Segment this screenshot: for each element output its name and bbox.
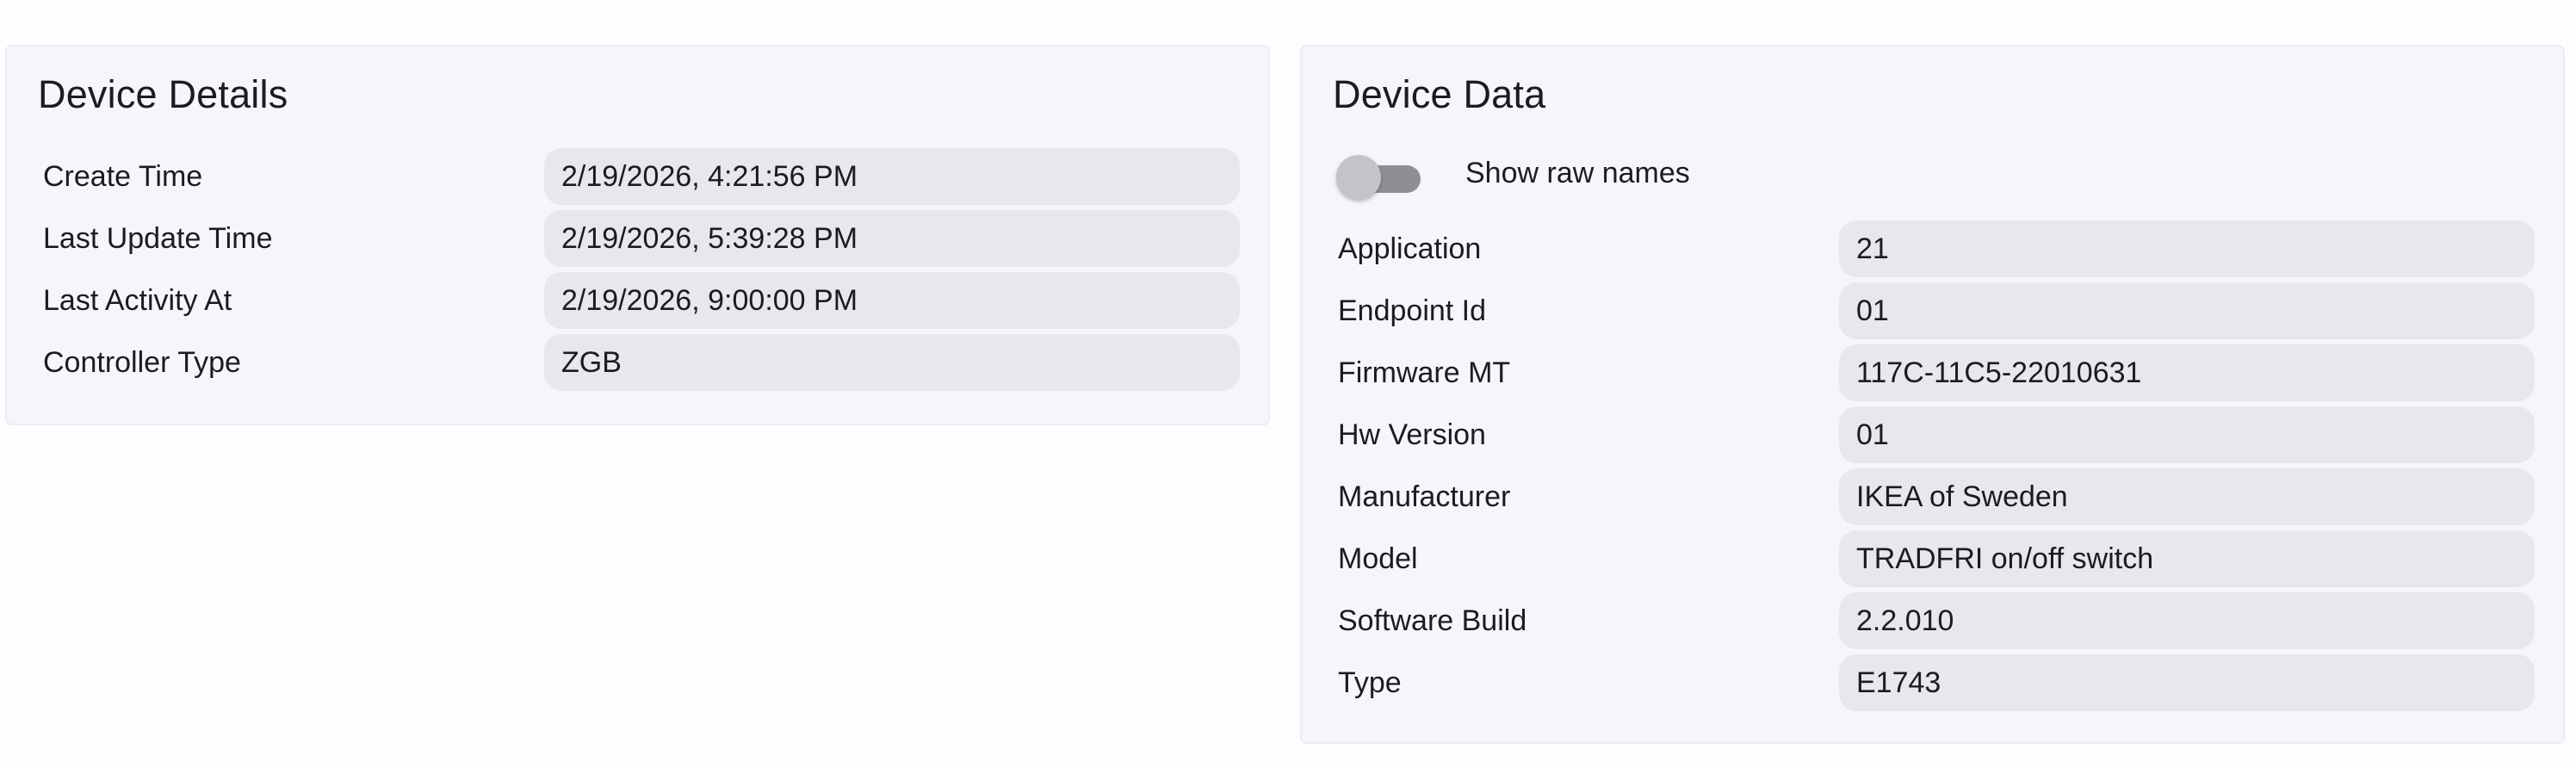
data-row-manufacturer: Manufacturer IKEA of Sweden <box>1338 468 2535 530</box>
data-row-firmware-mt: Firmware MT 117C-11C5-22010631 <box>1338 344 2535 406</box>
detail-label: Last Update Time <box>43 222 273 255</box>
detail-row-last-update-time: Last Update Time 2/19/2026, 5:39:28 PM <box>43 210 1240 272</box>
data-label: Hw Version <box>1338 418 1486 451</box>
show-raw-names-label: Show raw names <box>1465 157 1690 189</box>
detail-label: Create Time <box>43 160 203 193</box>
device-data-title: Device Data <box>1333 72 1546 116</box>
device-data-card: Device Data Show raw names Application 2… <box>1300 45 2565 744</box>
data-label: Application <box>1338 232 1482 265</box>
show-raw-names-toggle[interactable] <box>1336 148 1422 200</box>
detail-row-create-time: Create Time 2/19/2026, 4:21:56 PM <box>43 148 1240 210</box>
data-row-type: Type E1743 <box>1338 654 2535 716</box>
data-value: 01 <box>1839 406 2535 463</box>
data-value: 2.2.010 <box>1839 592 2535 649</box>
data-row-application: Application 21 <box>1338 220 2535 282</box>
data-value: E1743 <box>1839 654 2535 711</box>
data-row-model: Model TRADFRI on/off switch <box>1338 530 2535 592</box>
show-raw-names-row: Show raw names <box>1336 143 1853 203</box>
data-value: TRADFRI on/off switch <box>1839 530 2535 587</box>
data-value: IKEA of Sweden <box>1839 468 2535 525</box>
detail-label: Last Activity At <box>43 284 232 317</box>
device-details-title: Device Details <box>38 72 288 116</box>
data-label: Firmware MT <box>1338 356 1511 389</box>
data-value: 01 <box>1839 282 2535 339</box>
detail-value: 2/19/2026, 5:39:28 PM <box>544 210 1240 267</box>
detail-row-last-activity-at: Last Activity At 2/19/2026, 9:00:00 PM <box>43 272 1240 334</box>
device-details-list: Create Time 2/19/2026, 4:21:56 PM Last U… <box>43 148 1240 396</box>
device-details-card: Device Details Create Time 2/19/2026, 4:… <box>5 45 1270 425</box>
data-label: Model <box>1338 542 1418 575</box>
data-label: Type <box>1338 666 1402 699</box>
data-label: Software Build <box>1338 604 1527 637</box>
device-data-list: Application 21 Endpoint Id 01 Firmware M… <box>1338 220 2535 716</box>
data-value: 117C-11C5-22010631 <box>1839 344 2535 401</box>
detail-row-controller-type: Controller Type ZGB <box>43 334 1240 396</box>
detail-label: Controller Type <box>43 346 241 379</box>
data-row-hw-version: Hw Version 01 <box>1338 406 2535 468</box>
detail-value: 2/19/2026, 9:00:00 PM <box>544 272 1240 329</box>
detail-value: ZGB <box>544 334 1240 391</box>
data-label: Manufacturer <box>1338 480 1511 513</box>
data-row-software-build: Software Build 2.2.010 <box>1338 592 2535 654</box>
data-label: Endpoint Id <box>1338 294 1487 327</box>
data-value: 21 <box>1839 220 2535 277</box>
detail-value: 2/19/2026, 4:21:56 PM <box>544 148 1240 205</box>
toggle-thumb <box>1336 155 1381 200</box>
data-row-endpoint-id: Endpoint Id 01 <box>1338 282 2535 344</box>
